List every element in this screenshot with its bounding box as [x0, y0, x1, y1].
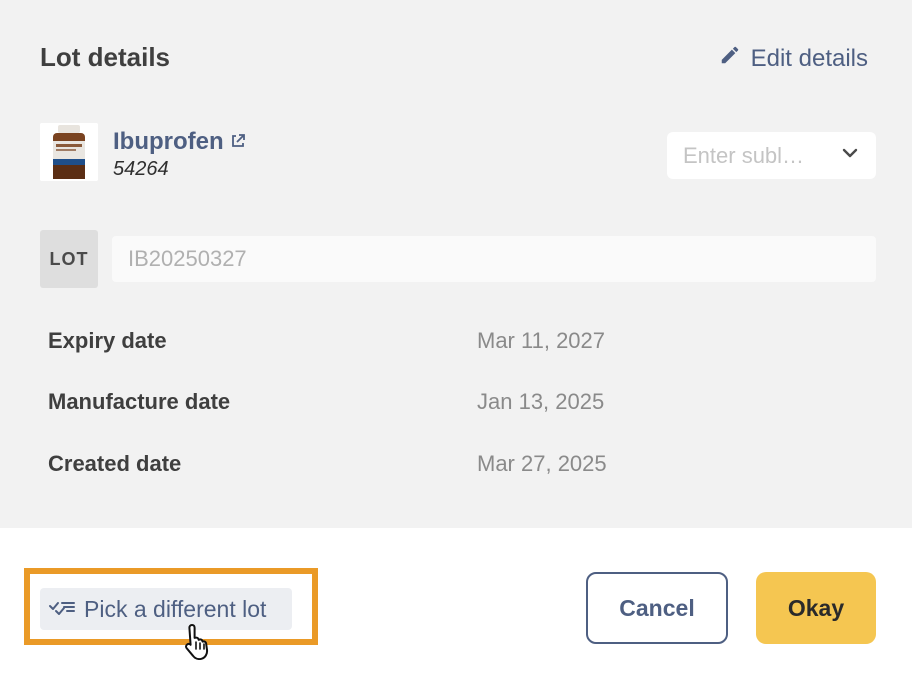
created-date-label: Created date [48, 451, 182, 476]
pick-different-lot-button[interactable]: Pick a different lot [40, 588, 292, 630]
external-link-icon [230, 128, 246, 156]
edit-details-label: Edit details [750, 44, 868, 72]
lot-badge: LOT [40, 230, 98, 288]
edit-details-link[interactable]: Edit details [719, 44, 868, 73]
sublot-select[interactable]: Enter subl… [667, 132, 876, 179]
expiry-date-value: Mar 11, 2027 [477, 328, 606, 353]
pick-lot-label: Pick a different lot [84, 595, 267, 622]
created-date-value: Mar 27, 2025 [477, 451, 607, 476]
lot-number-field[interactable]: IB20250327 [112, 236, 876, 282]
hand-pointer-icon [183, 622, 213, 661]
product-code: 54264 [113, 158, 169, 180]
sublot-placeholder: Enter subl… [683, 142, 805, 168]
expiry-date-label: Expiry date [48, 328, 167, 353]
pencil-icon [719, 44, 741, 73]
product-name: Ibuprofen [113, 128, 224, 155]
product-image [40, 123, 98, 181]
lot-details-panel: Lot details Edit details Ibuprofen 54264… [0, 0, 912, 528]
okay-button[interactable]: Okay [756, 572, 876, 644]
manufacture-date-label: Manufacture date [48, 389, 231, 414]
cancel-button[interactable]: Cancel [586, 572, 728, 644]
checklist-icon [48, 595, 76, 623]
product-name-link[interactable]: Ibuprofen [113, 128, 246, 156]
chevron-down-icon [832, 143, 860, 168]
page-title: Lot details [40, 42, 171, 72]
manufacture-date-value: Jan 13, 2025 [477, 389, 605, 414]
